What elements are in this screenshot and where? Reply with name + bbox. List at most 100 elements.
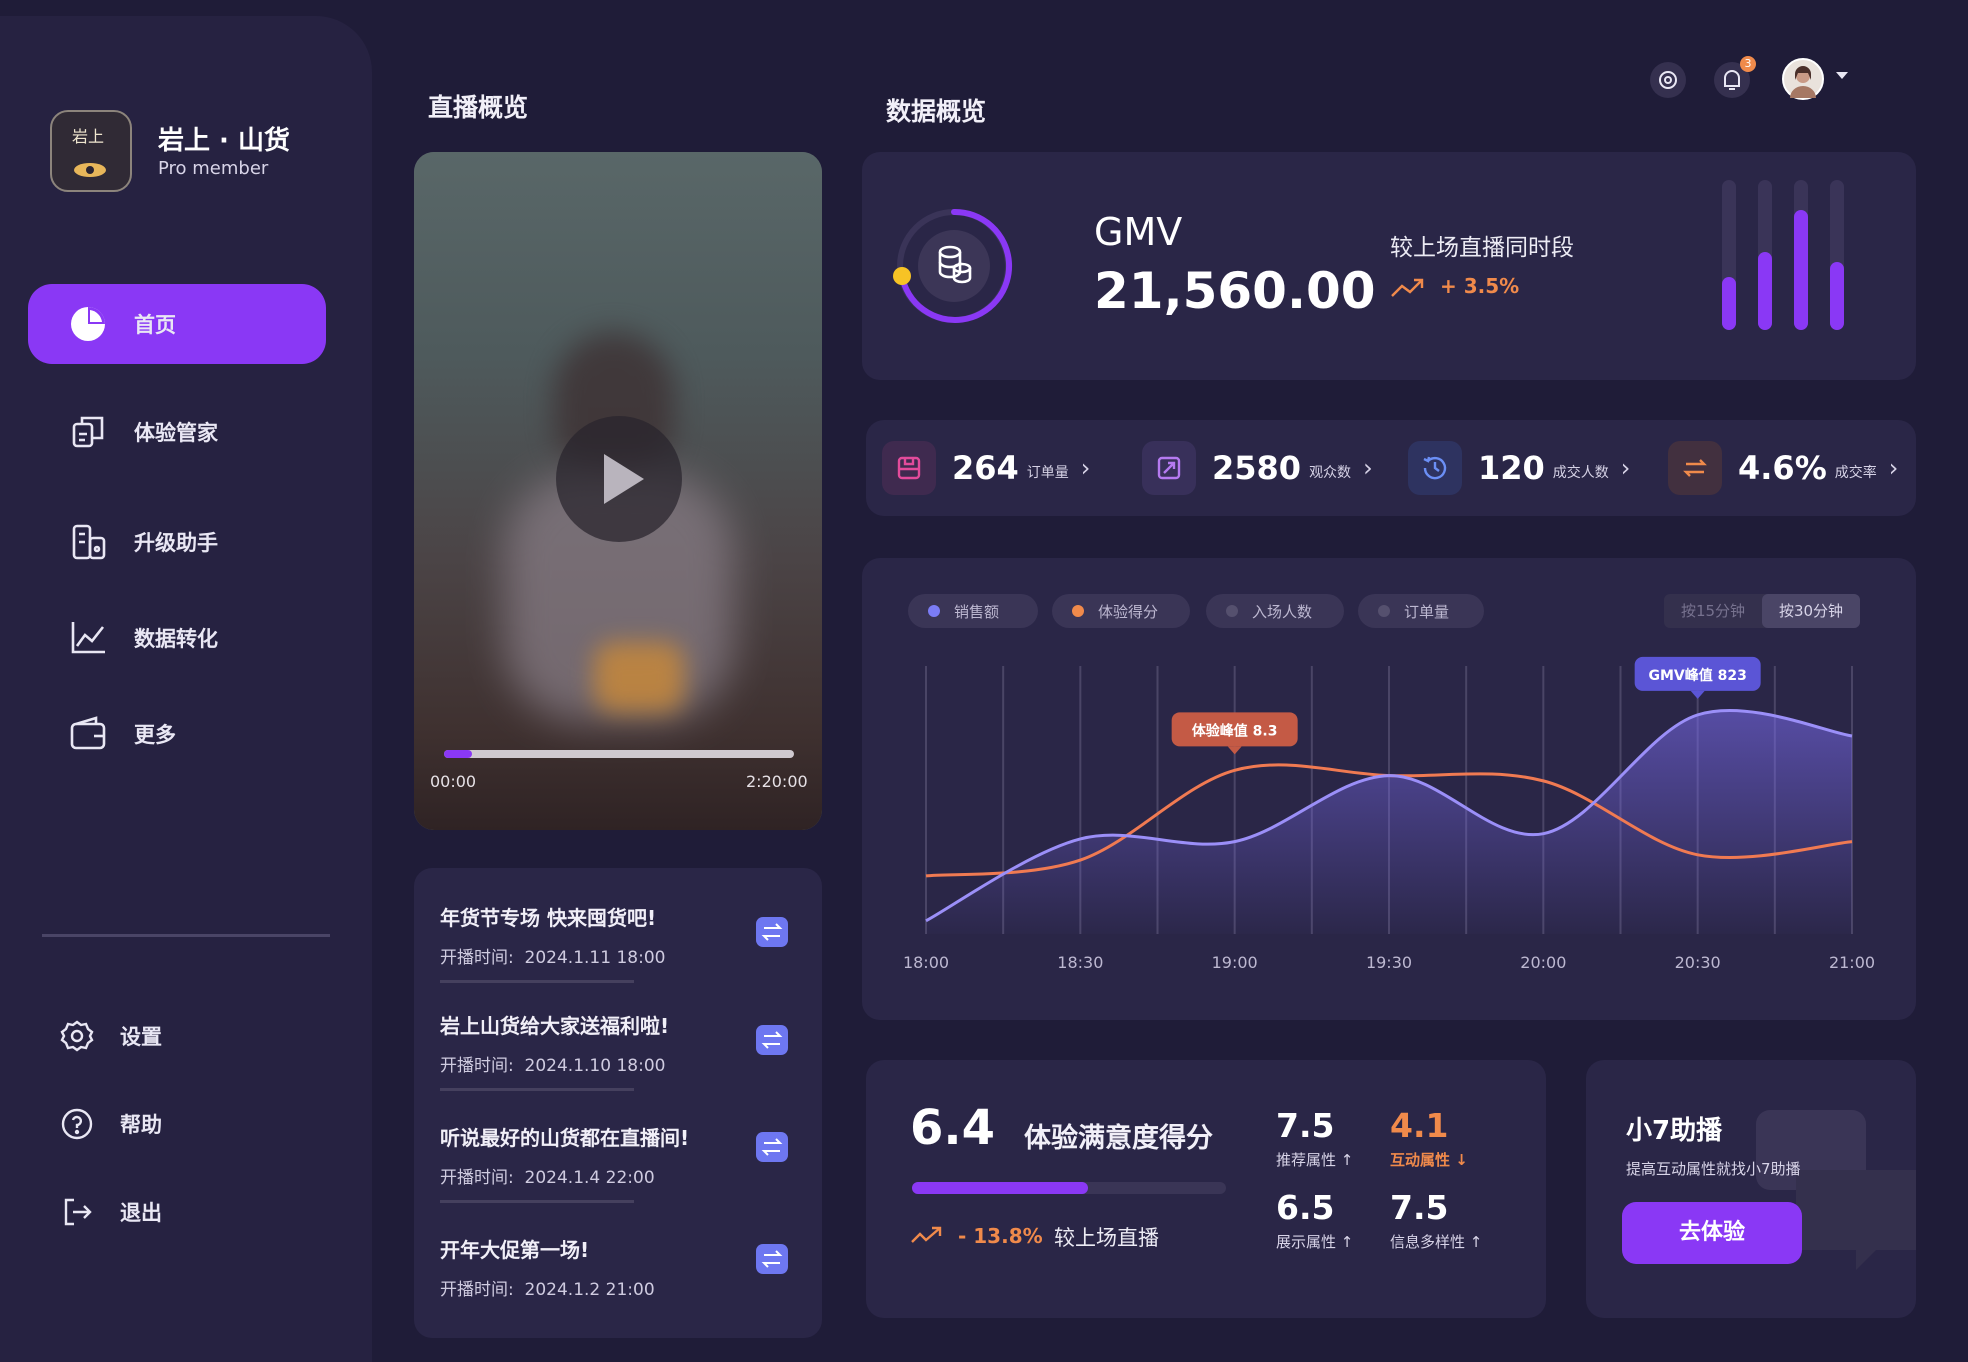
gmv-value: 21,560.00 bbox=[1094, 262, 1376, 320]
interval-15min[interactable]: 按15分钟 bbox=[1664, 594, 1762, 628]
video-time-current: 00:00 bbox=[430, 772, 477, 791]
session-switch-button[interactable] bbox=[756, 1025, 788, 1055]
nav-item-data[interactable]: 数据转化 bbox=[28, 598, 326, 678]
chevron-right-icon: › bbox=[1363, 454, 1373, 482]
video-progress-fill bbox=[444, 750, 472, 758]
exchange-icon bbox=[761, 923, 783, 941]
pie-chart-icon bbox=[71, 307, 105, 341]
stat-value: 264 bbox=[952, 449, 1019, 487]
settings-button[interactable] bbox=[1650, 62, 1686, 98]
annotation-pointer bbox=[1690, 690, 1705, 699]
annotation-pointer bbox=[1227, 746, 1242, 755]
attr-value: 7.5 bbox=[1276, 1106, 1335, 1145]
mini-bar-track bbox=[1794, 180, 1808, 330]
gmv-ring bbox=[893, 208, 1013, 323]
legend-experience[interactable]: 体验得分 bbox=[1052, 594, 1190, 628]
settings-label: 设置 bbox=[120, 1025, 162, 1049]
gmv-label: GMV bbox=[1094, 210, 1183, 254]
attr-label: 推荐属性 bbox=[1276, 1151, 1337, 1169]
stat-conversion[interactable]: 4.6% 成交率 › bbox=[1668, 438, 1898, 498]
session-title: 年货节专场 快来囤货吧! bbox=[440, 906, 657, 930]
satisfaction-change: - 13.8% bbox=[958, 1224, 1043, 1248]
mini-bar bbox=[1794, 210, 1808, 330]
nav-item-home[interactable]: 首页 bbox=[28, 284, 326, 364]
assistant-subtitle: 提高互动属性就找小7助播 bbox=[1626, 1160, 1801, 1178]
logout-label: 退出 bbox=[120, 1201, 162, 1225]
gear-icon bbox=[1659, 71, 1677, 89]
nav-item-upgrade[interactable]: 升级助手 bbox=[28, 502, 326, 582]
clipboard-icon bbox=[72, 416, 104, 448]
history-icon bbox=[1408, 441, 1462, 495]
overview-section-title: 数据概览 bbox=[886, 97, 987, 126]
exchange-icon bbox=[761, 1138, 783, 1156]
live-session-item[interactable]: 岩上山货给大家送福利啦! 开播时间: 2024.1.10 18:00 bbox=[440, 1010, 790, 1076]
session-time: 开播时间: 2024.1.11 18:00 bbox=[440, 943, 790, 968]
live-session-item[interactable]: 开年大促第一场! 开播时间: 2024.1.2 21:00 bbox=[440, 1234, 790, 1300]
arrow-up-icon: ↑ bbox=[1469, 1233, 1483, 1251]
session-time-label: 开播时间: bbox=[440, 1168, 514, 1188]
live-session-item[interactable]: 听说最好的山货都在直播间! 开播时间: 2024.1.4 22:00 bbox=[440, 1122, 790, 1188]
legend-visitors[interactable]: 入场人数 bbox=[1206, 594, 1344, 628]
stat-value: 4.6% bbox=[1738, 449, 1827, 487]
mini-bar-track bbox=[1722, 180, 1736, 330]
gmv-mini-chart bbox=[1722, 180, 1852, 332]
session-time-label: 开播时间: bbox=[440, 1280, 514, 1300]
chevron-down-icon[interactable] bbox=[1836, 72, 1848, 79]
chevron-right-icon: › bbox=[1620, 454, 1631, 482]
stat-unit: 成交率 bbox=[1834, 465, 1877, 481]
session-time-value: 2024.1.10 18:00 bbox=[524, 1056, 666, 1076]
annotation-label: GMV峰值 823 bbox=[1648, 667, 1746, 684]
session-switch-button[interactable] bbox=[756, 1244, 788, 1274]
logout-link[interactable]: 退出 bbox=[60, 1192, 162, 1232]
play-button[interactable] bbox=[556, 416, 682, 542]
notification-badge: 3 bbox=[1740, 56, 1756, 72]
live-session-item[interactable]: 年货节专场 快来囤货吧! 开播时间: 2024.1.11 18:00 bbox=[440, 902, 790, 968]
session-title: 开年大促第一场! bbox=[440, 1238, 590, 1262]
order-icon bbox=[882, 441, 936, 495]
session-switch-button[interactable] bbox=[756, 917, 788, 947]
video-progress[interactable] bbox=[444, 750, 794, 758]
session-title: 岩上山货给大家送福利啦! bbox=[440, 1014, 670, 1038]
x-tick-label: 18:00 bbox=[903, 953, 949, 972]
nav-label: 首页 bbox=[134, 313, 176, 337]
device-grid-icon bbox=[72, 524, 106, 560]
session-time-label: 开播时间: bbox=[440, 1056, 514, 1076]
trend-up-icon bbox=[1391, 278, 1424, 297]
stat-orders[interactable]: 264 订单量 › bbox=[882, 438, 1090, 498]
legend-sales[interactable]: 销售额 bbox=[908, 594, 1038, 628]
exchange-icon bbox=[1668, 441, 1722, 495]
try-button[interactable]: 去体验 bbox=[1622, 1202, 1802, 1264]
play-icon bbox=[604, 454, 644, 504]
video-player[interactable]: 00:00 2:20:00 bbox=[414, 152, 822, 830]
arrow-down-icon: ↓ bbox=[1455, 1151, 1468, 1169]
help-link[interactable]: 帮助 bbox=[60, 1104, 162, 1144]
interval-30min[interactable]: 按30分钟 bbox=[1762, 594, 1860, 628]
notification-button[interactable]: 3 bbox=[1714, 56, 1756, 98]
sidebar: 岩上 岩上 · 山货 Pro member 首页 体验管家 升级助手 数据转化 … bbox=[0, 16, 372, 1362]
attr-display: 6.5 展示属性 ↑ bbox=[1276, 1188, 1353, 1252]
trend-down-icon bbox=[911, 1226, 942, 1243]
session-switch-button[interactable] bbox=[756, 1132, 788, 1162]
legend-orders[interactable]: 订单量 bbox=[1358, 594, 1484, 628]
satisfaction-progress-fill bbox=[912, 1182, 1088, 1194]
attr-label: 互动属性 bbox=[1390, 1151, 1451, 1169]
stat-buyers[interactable]: 120 成交人数 › bbox=[1408, 438, 1630, 498]
arrow-up-icon: ↑ bbox=[1340, 1233, 1354, 1251]
nav-item-experience[interactable]: 体验管家 bbox=[28, 392, 326, 472]
sidebar-divider bbox=[42, 934, 330, 937]
avatar[interactable] bbox=[1782, 58, 1824, 100]
settings-link[interactable]: 设置 bbox=[60, 1016, 162, 1056]
session-time-value: 2024.1.11 18:00 bbox=[524, 948, 666, 968]
stat-unit: 订单量 bbox=[1026, 465, 1069, 481]
x-tick-label: 18:30 bbox=[1057, 953, 1103, 972]
gear-icon bbox=[60, 1020, 94, 1052]
nav-item-more[interactable]: 更多 bbox=[28, 694, 326, 774]
stat-viewers[interactable]: 2580 观众数 › bbox=[1142, 438, 1373, 498]
x-tick-label: 19:30 bbox=[1366, 953, 1412, 972]
legend-label: 订单量 bbox=[1404, 602, 1450, 621]
attr-label: 展示属性 bbox=[1276, 1233, 1337, 1251]
gmv-change: + 3.5% bbox=[1440, 274, 1520, 298]
attr-value: 7.5 bbox=[1390, 1188, 1449, 1227]
line-chart: 18:00 18:30 19:00 19:30 20:00 20:30 21:00 体验峰值 … bbox=[903, 656, 1875, 972]
gmv-card: GMV 21,560.00 较上场直播同时段 + 3.5% bbox=[862, 152, 1916, 380]
